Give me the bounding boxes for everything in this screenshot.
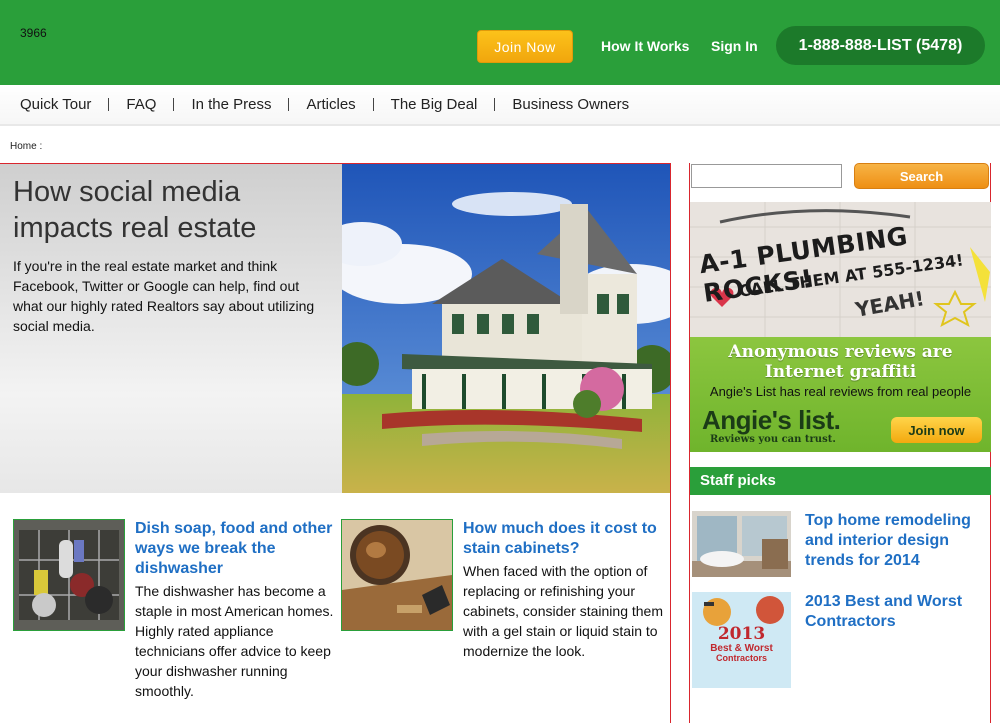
main-content: How social media impacts real estate If … <box>0 163 671 723</box>
article-summary: When faced with the option of replacing … <box>463 563 663 659</box>
search-input[interactable] <box>691 164 842 188</box>
nav-divider <box>173 98 175 111</box>
nav-item-business-owners[interactable]: Business Owners <box>512 96 629 113</box>
ad-join-now-button[interactable]: Join now <box>891 417 982 443</box>
hero-description: If you're in the real estate market and … <box>13 258 315 334</box>
article-summary: The dishwasher has become a staple in mo… <box>135 583 334 699</box>
hero-feature[interactable]: How social media impacts real estate If … <box>0 164 670 493</box>
angies-list-logo: Angie's list. <box>702 405 841 435</box>
staff-pick-title[interactable]: Top home remodeling and interior design … <box>805 511 985 571</box>
graffiti-wall: A-1 PLUMBING ROCKS! CALL THEM AT 555-123… <box>690 202 991 337</box>
main-nav: Quick Tour FAQ In the Press Articles The… <box>0 85 1000 126</box>
article-title[interactable]: Dish soap, food and other ways we break … <box>135 519 340 579</box>
nav-item-quick-tour[interactable]: Quick Tour <box>20 96 91 113</box>
ad-headline-line: Anonymous reviews are <box>728 342 953 362</box>
breadcrumb[interactable]: Home : <box>10 141 42 152</box>
house-photo[interactable] <box>342 164 670 493</box>
article-card: How much does it cost to stain cabinets?… <box>341 519 669 719</box>
nav-divider <box>288 98 290 111</box>
badge-year: 2013 <box>717 624 766 644</box>
cabinet-stain-thumbnail[interactable] <box>341 519 453 631</box>
nav-divider <box>108 98 110 111</box>
best-worst-contractors-thumbnail[interactable]: 2013 Best & Worst Contractors <box>692 592 791 688</box>
staff-picks-header: Staff picks <box>690 467 991 495</box>
ad-subline: Angie's List has real reviews from real … <box>709 384 972 399</box>
nav-item-the-big-deal[interactable]: The Big Deal <box>391 96 478 113</box>
staff-pick-item[interactable]: Top home remodeling and interior design … <box>690 511 991 581</box>
dishwasher-thumbnail[interactable] <box>13 519 125 631</box>
visitor-counter: 3966 <box>20 26 47 40</box>
sign-in-link[interactable]: Sign In <box>711 38 758 54</box>
ad-message-panel: Anonymous reviews are Internet graffiti … <box>690 337 991 452</box>
article-card: Dish soap, food and other ways we break … <box>13 519 343 719</box>
ad-headline: Anonymous reviews are Internet graffiti <box>690 342 991 382</box>
badge-line: Contractors <box>715 653 767 663</box>
join-now-button[interactable]: Join Now <box>477 30 573 63</box>
ad-headline-line: Internet graffiti <box>764 362 917 382</box>
phone-number[interactable]: 1-888-888-LIST (5478) <box>776 26 985 65</box>
nav-divider <box>494 98 496 111</box>
nav-item-in-the-press[interactable]: In the Press <box>191 96 271 113</box>
bathroom-thumbnail[interactable] <box>692 511 791 577</box>
how-it-works-link[interactable]: How It Works <box>601 38 689 54</box>
staff-pick-title[interactable]: 2013 Best and Worst Contractors <box>805 592 985 632</box>
ad-tagline: Reviews you can trust. <box>710 434 836 445</box>
nav-item-articles[interactable]: Articles <box>306 96 355 113</box>
site-header: 3966 Join Now How It Works Sign In 1-888… <box>0 0 1000 85</box>
sidebar: Search A-1 PLUMBING ROCKS! CALL THEM AT … <box>689 163 991 723</box>
article-title[interactable]: How much does it cost to stain cabinets? <box>463 519 669 559</box>
hero-title[interactable]: How social media impacts real estate <box>13 174 329 246</box>
hero-text-panel: How social media impacts real estate If … <box>0 164 342 493</box>
nav-item-faq[interactable]: FAQ <box>126 96 156 113</box>
search-button[interactable]: Search <box>854 163 989 189</box>
angies-list-ad[interactable]: A-1 PLUMBING ROCKS! CALL THEM AT 555-123… <box>690 202 991 452</box>
nav-divider <box>372 98 374 111</box>
staff-pick-item[interactable]: 2013 Best & Worst Contractors 2013 Best … <box>690 592 991 692</box>
